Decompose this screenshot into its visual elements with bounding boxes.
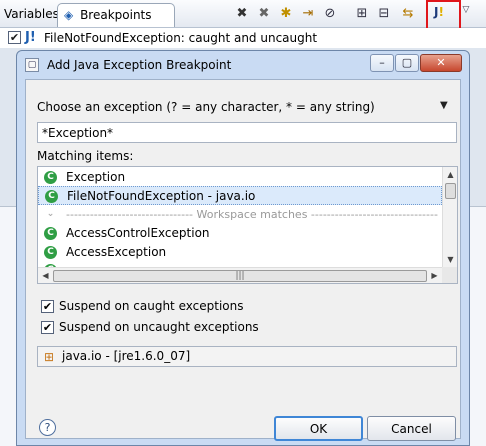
remove-all-breakpoints-icon[interactable]: ✖ xyxy=(255,5,273,23)
background-view-right xyxy=(470,206,486,446)
close-button[interactable]: ✕ xyxy=(420,54,462,72)
breakpoint-label: FileNotFoundException: caught and uncaug… xyxy=(44,31,318,45)
checkbox-box[interactable]: ✔ xyxy=(41,321,54,334)
show-supported-icon[interactable]: ✱ xyxy=(277,5,295,23)
list-item[interactable]: C FileNotFoundException - java.io xyxy=(38,186,442,205)
minimize-button[interactable]: – xyxy=(370,54,394,72)
view-tab-bar: Variables ◈ Breakpoints ✕ ✖ ✖ ✱ ⇥ ⊘ ⊞ ⊟ … xyxy=(0,0,486,44)
dialog-titlebar[interactable]: ▢ Add Java Exception Breakpoint – ▢ ✕ xyxy=(17,51,469,79)
tab-variables-label: Variables xyxy=(4,7,59,21)
suspend-uncaught-label: Suspend on uncaught exceptions xyxy=(59,320,259,334)
cancel-button[interactable]: Cancel xyxy=(367,416,456,441)
collapse-all-icon[interactable]: ⊟ xyxy=(375,5,393,23)
class-icon: C xyxy=(44,246,57,259)
list-item-label: AccessControlException xyxy=(66,226,210,240)
breakpoint-checkbox[interactable]: ✔ xyxy=(8,31,21,44)
skip-breakpoints-icon[interactable]: ⊘ xyxy=(321,5,339,23)
class-icon: C xyxy=(45,190,58,203)
ok-button[interactable]: OK xyxy=(274,416,363,441)
package-status-bar: ⊞ java.io - [jre1.6.0_07] xyxy=(37,346,457,367)
scroll-up-icon[interactable]: ▲ xyxy=(443,167,457,182)
list-item[interactable]: C AccessControlException xyxy=(38,224,442,243)
breakpoint-row[interactable]: ✔ J! FileNotFoundException: caught and u… xyxy=(0,28,486,48)
list-separator: ⌄ -------------------------------- Works… xyxy=(38,205,442,224)
list-item[interactable]: C Exception xyxy=(38,168,442,187)
horizontal-scroll-thumb[interactable]: ||| xyxy=(53,270,427,282)
package-icon: ⊞ xyxy=(44,350,55,364)
matching-items-list[interactable]: C Exception C FileNotFoundException - ja… xyxy=(37,166,458,284)
dialog-window-icon: ▢ xyxy=(25,58,39,72)
tab-variables[interactable]: Variables xyxy=(0,3,59,27)
class-icon: C xyxy=(44,227,57,240)
dialog-title: Add Java Exception Breakpoint xyxy=(47,58,232,72)
matching-items-label: Matching items: xyxy=(37,149,134,163)
exception-filter-input[interactable] xyxy=(37,122,457,143)
list-item-label: AccessException xyxy=(66,245,167,259)
separator-icon: ⌄ xyxy=(46,209,55,219)
vertical-scroll-thumb[interactable] xyxy=(445,183,456,199)
list-item[interactable]: C AccessException xyxy=(38,243,442,262)
checkbox-box[interactable]: ✔ xyxy=(41,300,54,313)
scroll-corner xyxy=(442,267,457,283)
horizontal-scrollbar[interactable]: ◀ ||| ▶ xyxy=(38,267,442,283)
list-separator-label: -------------------------------- Workspa… xyxy=(66,208,438,221)
list-item-label: Exception xyxy=(66,170,126,184)
choose-exception-label: Choose an exception (? = any character, … xyxy=(37,100,375,114)
link-with-view-icon[interactable]: ⇆ xyxy=(399,5,417,23)
tab-breakpoints-label: Breakpoints xyxy=(80,8,152,22)
list-item-label: FileNotFoundException - java.io xyxy=(67,189,256,203)
breakpoints-icon: ◈ xyxy=(64,8,74,22)
background-view-left xyxy=(0,206,16,446)
scroll-down-icon[interactable]: ▼ xyxy=(443,252,457,267)
suspend-caught-label: Suspend on caught exceptions xyxy=(59,299,244,313)
add-java-exception-breakpoint-dialog: ▢ Add Java Exception Breakpoint – ▢ ✕ Ch… xyxy=(16,50,470,446)
go-to-file-icon[interactable]: ⇥ xyxy=(299,5,317,23)
scroll-right-icon[interactable]: ▶ xyxy=(427,268,442,283)
help-icon[interactable]: ? xyxy=(39,419,56,436)
dropdown-menu-icon[interactable]: ▼ xyxy=(440,100,448,111)
exception-breakpoint-icon: J! xyxy=(25,30,36,45)
package-status-text: java.io - [jre1.6.0_07] xyxy=(62,349,191,363)
remove-breakpoint-icon[interactable]: ✖ xyxy=(233,5,251,23)
maximize-button[interactable]: ▢ xyxy=(395,54,419,72)
scroll-left-icon[interactable]: ◀ xyxy=(38,268,53,283)
class-icon: C xyxy=(44,171,57,184)
dialog-content: Choose an exception (? = any character, … xyxy=(25,79,461,441)
vertical-scrollbar[interactable]: ▲ ▼ xyxy=(442,167,457,267)
expand-all-icon[interactable]: ⊞ xyxy=(353,5,371,23)
tab-breakpoints[interactable]: ◈ Breakpoints ✕ xyxy=(57,3,175,44)
